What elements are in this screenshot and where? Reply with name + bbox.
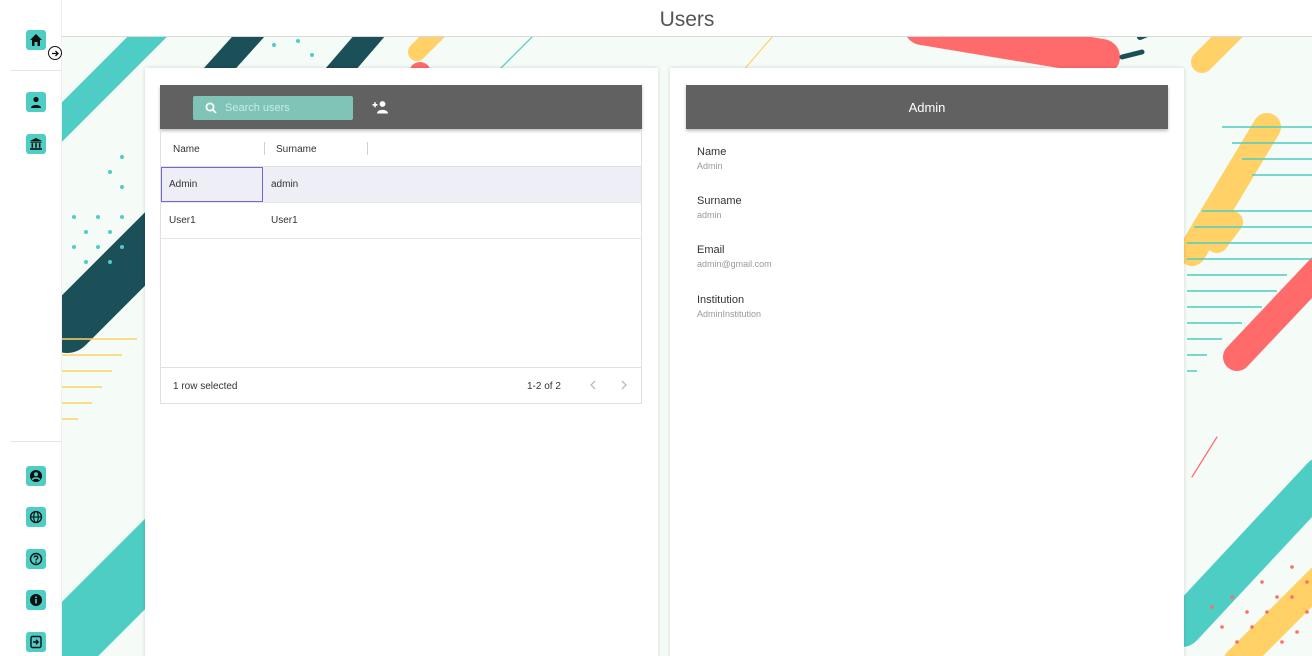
table-row[interactable]: Admin admin — [161, 167, 641, 203]
field-label: Name — [697, 146, 727, 158]
user-details-panel: Admin Name Admin Surname admin Email adm… — [670, 68, 1184, 656]
add-user-button[interactable] — [371, 99, 389, 115]
details-title: Admin — [686, 85, 1168, 129]
field-label: Email — [697, 244, 725, 256]
sidebar-divider — [10, 441, 62, 442]
info-icon — [30, 594, 42, 606]
arrow-right-icon — [51, 50, 59, 56]
column-header-name[interactable]: Name — [173, 144, 200, 155]
field-label: Institution — [697, 294, 745, 306]
grid-footer: 1 row selected 1-2 of 2 — [161, 367, 641, 403]
cell-name[interactable]: User1 — [169, 215, 196, 226]
sidebar-home-button[interactable] — [26, 30, 46, 50]
page-title: Users — [659, 8, 715, 31]
expand-sidebar-button[interactable] — [48, 46, 62, 60]
home-icon — [30, 34, 42, 46]
sidebar-info-button[interactable] — [26, 590, 46, 610]
sidebar-logout-button[interactable] — [26, 632, 46, 652]
user-icon — [31, 96, 41, 108]
account-circle-icon — [30, 470, 42, 482]
detail-field-name: Name Admin — [697, 146, 726, 171]
pagination-label: 1-2 of 2 — [527, 381, 561, 392]
sidebar — [0, 0, 62, 656]
cell-name[interactable]: Admin — [169, 179, 197, 190]
globe-icon — [29, 510, 43, 524]
selected-rows-count: 1 row selected — [173, 381, 238, 392]
column-separator[interactable] — [264, 142, 265, 155]
sidebar-divider — [10, 70, 62, 71]
users-toolbar — [160, 85, 642, 129]
app-header: Users — [62, 0, 1312, 37]
users-grid: Name Surname Admin admin User1 User1 1 r… — [160, 130, 642, 404]
column-separator[interactable] — [367, 142, 368, 155]
previous-page-button[interactable] — [585, 377, 601, 393]
institution-icon — [30, 138, 42, 150]
add-user-icon — [372, 101, 388, 114]
chevron-right-icon — [621, 380, 627, 390]
sidebar-institutions-button[interactable] — [26, 134, 46, 154]
sidebar-users-button[interactable] — [26, 92, 46, 112]
search-input[interactable] — [225, 102, 345, 114]
next-page-button[interactable] — [616, 377, 632, 393]
search-icon — [205, 102, 217, 114]
field-value: Admin — [697, 161, 723, 171]
field-value: admin — [697, 210, 722, 220]
cell-surname[interactable]: User1 — [271, 215, 298, 226]
detail-field-surname: Surname admin — [697, 195, 742, 220]
table-row[interactable]: User1 User1 — [161, 203, 641, 239]
detail-field-email: Email admin@gmail.com — [697, 244, 772, 269]
chevron-left-icon — [590, 380, 596, 390]
detail-field-institution: Institution AdminInstitution — [697, 294, 761, 319]
column-header-surname[interactable]: Surname — [276, 144, 317, 155]
cell-surname[interactable]: admin — [271, 179, 298, 190]
sidebar-account-button[interactable] — [26, 466, 46, 486]
field-value: admin@gmail.com — [697, 259, 772, 269]
users-panel: Name Surname Admin admin User1 User1 1 r… — [145, 68, 658, 656]
logout-icon — [30, 635, 42, 649]
sidebar-language-button[interactable] — [26, 507, 46, 527]
grid-header: Name Surname — [161, 130, 641, 167]
search-box[interactable] — [193, 96, 353, 120]
sidebar-help-button[interactable] — [26, 549, 46, 569]
field-value: AdminInstitution — [697, 309, 762, 319]
field-label: Surname — [697, 195, 742, 207]
help-icon — [29, 552, 43, 566]
